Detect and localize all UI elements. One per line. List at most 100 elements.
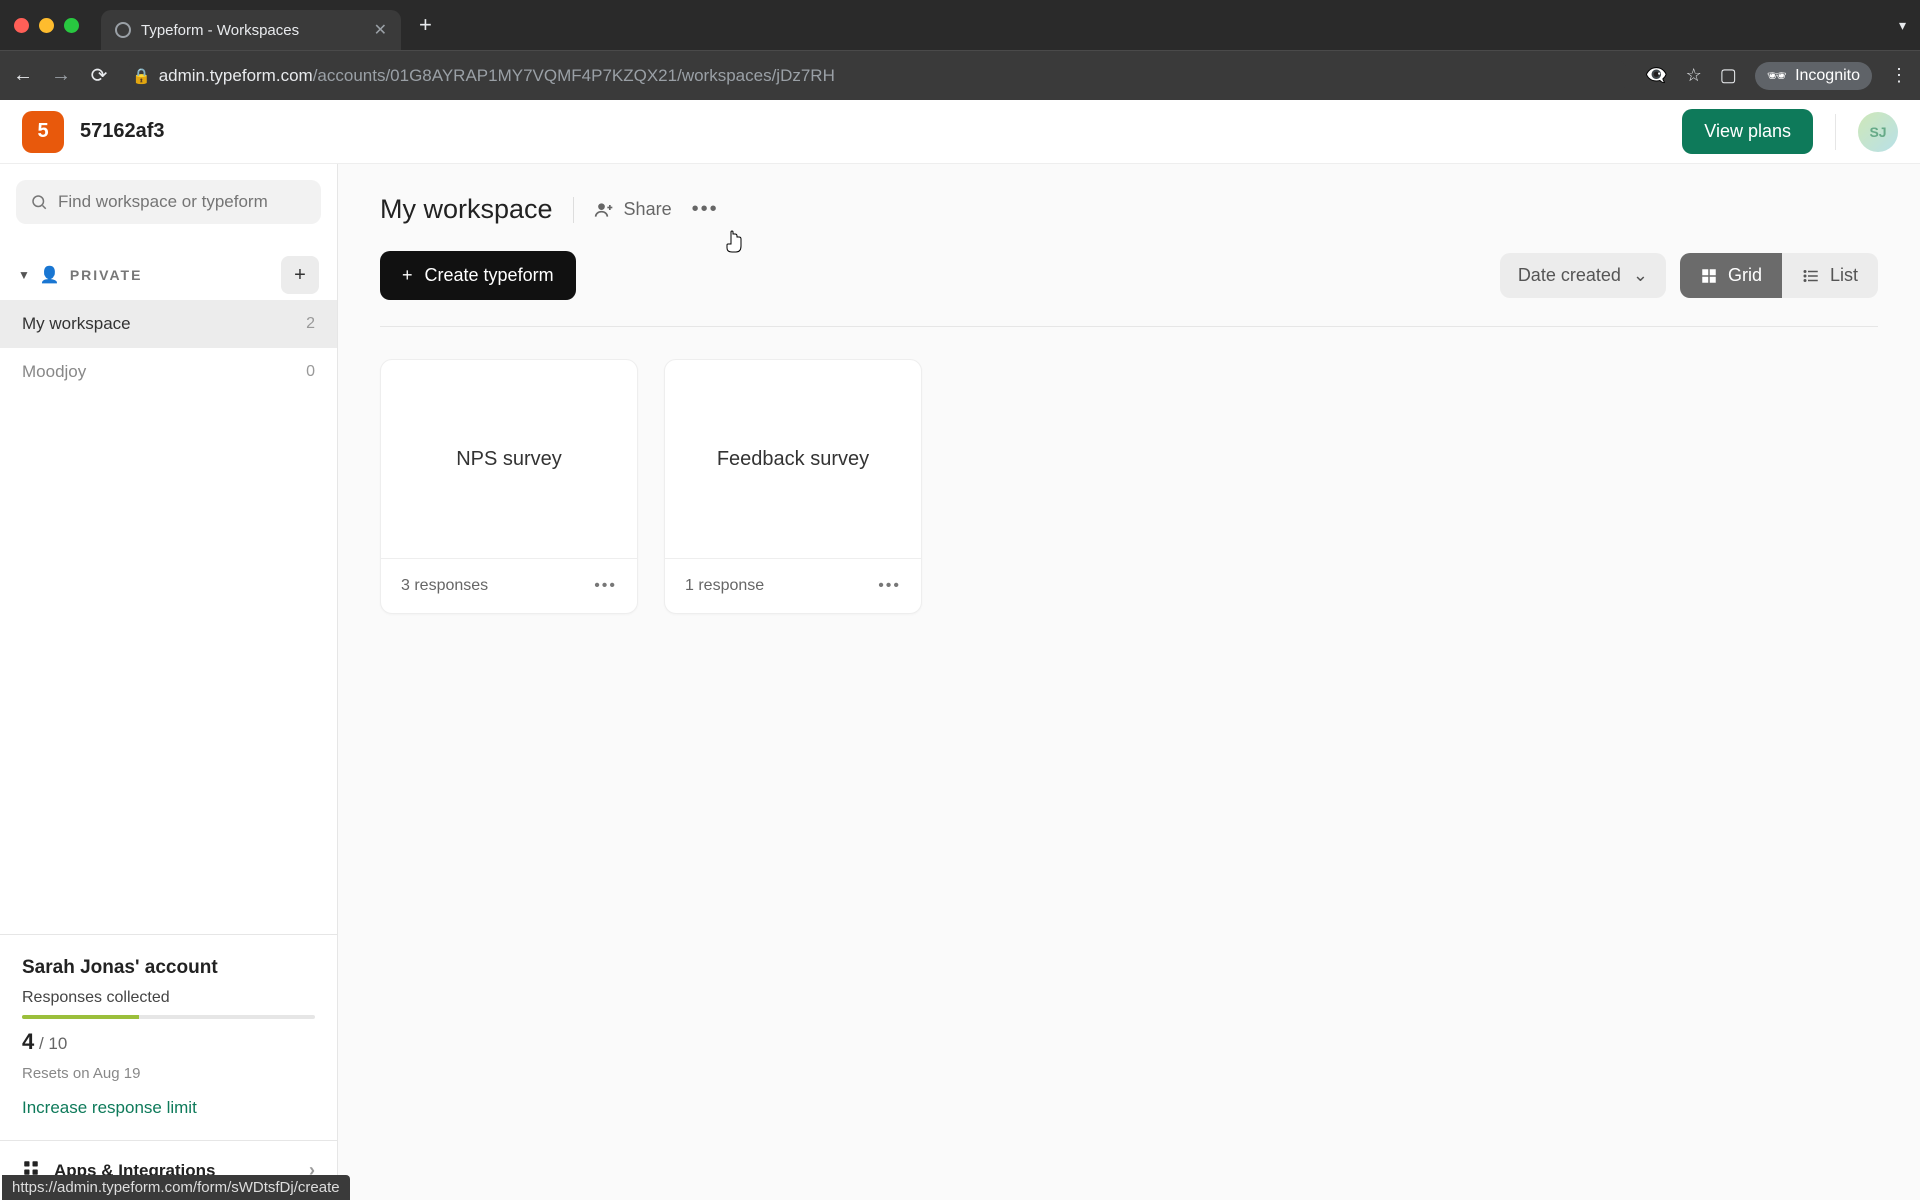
- responses-total: 10: [48, 1034, 67, 1053]
- tab-strip: Typeform - Workspaces ✕ + ▾: [0, 0, 1920, 50]
- eye-off-icon[interactable]: 👁‍🗨: [1645, 65, 1667, 86]
- list-view-button[interactable]: List: [1782, 253, 1878, 298]
- caret-down-icon: ▼: [18, 268, 30, 282]
- list-label: List: [1830, 265, 1858, 286]
- tab-favicon-icon: [115, 22, 131, 38]
- add-workspace-button[interactable]: +: [281, 256, 319, 294]
- account-card: Sarah Jonas' account Responses collected…: [0, 934, 337, 1140]
- card-responses: 1 response: [685, 577, 764, 595]
- close-tab-icon[interactable]: ✕: [374, 20, 387, 40]
- tab-overflow-icon[interactable]: ▾: [1899, 17, 1906, 34]
- sort-button[interactable]: Date created ⌄: [1500, 253, 1666, 298]
- card-more-button[interactable]: •••: [594, 577, 617, 595]
- card-title: Feedback survey: [717, 448, 869, 471]
- sort-label: Date created: [1518, 265, 1621, 286]
- bookmark-star-icon[interactable]: ☆: [1686, 65, 1702, 86]
- divider: [1835, 114, 1836, 150]
- share-button[interactable]: Share: [594, 199, 672, 220]
- search-input[interactable]: [58, 192, 307, 212]
- workspace-name: Moodjoy: [22, 362, 86, 382]
- incognito-icon: 🕶: [1767, 66, 1787, 86]
- workspace-name: My workspace: [22, 314, 131, 334]
- app-body: ▼ 👤 PRIVATE + My workspace 2 Moodjoy 0 S…: [0, 164, 1920, 1200]
- org-name: 57162af3: [80, 120, 165, 143]
- lock-icon: 🔒: [132, 67, 151, 85]
- window-minimize-button[interactable]: [39, 18, 54, 33]
- browser-toolbar: ← → ⟳ 🔒 admin.typeform.com/accounts/01G8…: [0, 50, 1920, 100]
- responses-count: 4 / 10: [22, 1029, 315, 1055]
- url-path: /accounts/01G8AYRAP1MY7VQMF4P7KZQX21/wor…: [313, 66, 835, 86]
- card-body: NPS survey: [381, 360, 637, 558]
- forward-button[interactable]: →: [50, 64, 72, 87]
- chrome-icons: 👁‍🗨 ☆ ▢ 🕶 Incognito ⋮: [1645, 62, 1908, 90]
- workspace-count: 2: [306, 315, 315, 333]
- responses-meter-fill: [22, 1015, 139, 1019]
- reload-button[interactable]: ⟳: [88, 63, 110, 88]
- sidebar-item-my-workspace[interactable]: My workspace 2: [0, 300, 337, 348]
- sidebar-item-moodjoy[interactable]: Moodjoy 0: [0, 348, 337, 396]
- responses-meter: [22, 1015, 315, 1019]
- workspace-header: My workspace Share •••: [380, 194, 1878, 225]
- grid-view-button[interactable]: Grid: [1680, 253, 1782, 298]
- view-toggle: Grid List: [1680, 253, 1878, 298]
- person-add-icon: [594, 200, 614, 220]
- typeform-card[interactable]: Feedback survey 1 response •••: [664, 359, 922, 614]
- grid-label: Grid: [1728, 265, 1762, 286]
- responses-resets: Resets on Aug 19: [22, 1065, 315, 1082]
- workspace-more-button[interactable]: •••: [692, 198, 719, 221]
- responses-used: 4: [22, 1029, 34, 1054]
- search-input-wrapper[interactable]: [16, 180, 321, 224]
- tab-title: Typeform - Workspaces: [141, 22, 364, 39]
- share-label: Share: [624, 199, 672, 220]
- org-badge[interactable]: 5: [22, 111, 64, 153]
- divider: [380, 326, 1878, 327]
- card-title: NPS survey: [456, 448, 562, 471]
- header-right: View plans SJ: [1682, 109, 1898, 154]
- window-controls: [14, 18, 79, 33]
- workspace-count: 0: [306, 363, 315, 381]
- link-status-bar: https://admin.typeform.com/form/sWDtsfDj…: [2, 1175, 350, 1200]
- panel-icon[interactable]: ▢: [1720, 65, 1737, 86]
- search-icon: [30, 193, 48, 211]
- person-icon: 👤: [40, 265, 60, 285]
- app-header: 5 57162af3 View plans SJ: [0, 100, 1920, 164]
- list-icon: [1802, 267, 1820, 285]
- url-bar[interactable]: 🔒 admin.typeform.com/accounts/01G8AYRAP1…: [126, 58, 1629, 94]
- actions-row: + Create typeform Date created ⌄ Grid Li…: [380, 251, 1878, 300]
- increase-limit-link[interactable]: Increase response limit: [22, 1098, 315, 1118]
- view-plans-button[interactable]: View plans: [1682, 109, 1813, 154]
- window-close-button[interactable]: [14, 18, 29, 33]
- typeform-card[interactable]: NPS survey 3 responses •••: [380, 359, 638, 614]
- browser-tab[interactable]: Typeform - Workspaces ✕: [101, 10, 401, 50]
- main: My workspace Share ••• + Create typeform…: [338, 164, 1920, 1200]
- sidebar: ▼ 👤 PRIVATE + My workspace 2 Moodjoy 0 S…: [0, 164, 338, 1200]
- grid-icon: [1700, 267, 1718, 285]
- typeform-grid: NPS survey 3 responses ••• Feedback surv…: [380, 359, 1878, 614]
- responses-label: Responses collected: [22, 989, 315, 1007]
- divider: [573, 197, 574, 223]
- sidebar-spacer: [0, 396, 337, 934]
- avatar[interactable]: SJ: [1858, 112, 1898, 152]
- incognito-label: Incognito: [1795, 67, 1860, 85]
- plus-icon: +: [402, 265, 413, 286]
- create-typeform-button[interactable]: + Create typeform: [380, 251, 576, 300]
- card-footer: 1 response •••: [665, 558, 921, 613]
- card-footer: 3 responses •••: [381, 558, 637, 613]
- chevron-down-icon: ⌄: [1633, 265, 1648, 286]
- back-button[interactable]: ←: [12, 64, 34, 87]
- url-host: admin.typeform.com: [159, 66, 313, 86]
- app-root: 5 57162af3 View plans SJ ▼ 👤 PRIVATE +: [0, 100, 1920, 1200]
- create-label: Create typeform: [425, 265, 554, 286]
- incognito-badge[interactable]: 🕶 Incognito: [1755, 62, 1872, 90]
- card-body: Feedback survey: [665, 360, 921, 558]
- account-name: Sarah Jonas' account: [22, 957, 315, 979]
- new-tab-button[interactable]: +: [413, 12, 438, 38]
- section-label: PRIVATE: [70, 267, 143, 283]
- card-responses: 3 responses: [401, 577, 488, 595]
- search-box: [16, 180, 321, 224]
- kebab-menu-icon[interactable]: ⋮: [1890, 65, 1908, 86]
- browser-chrome: Typeform - Workspaces ✕ + ▾ ← → ⟳ 🔒 admi…: [0, 0, 1920, 100]
- card-more-button[interactable]: •••: [878, 577, 901, 595]
- window-maximize-button[interactable]: [64, 18, 79, 33]
- sidebar-section-private[interactable]: ▼ 👤 PRIVATE +: [0, 240, 337, 300]
